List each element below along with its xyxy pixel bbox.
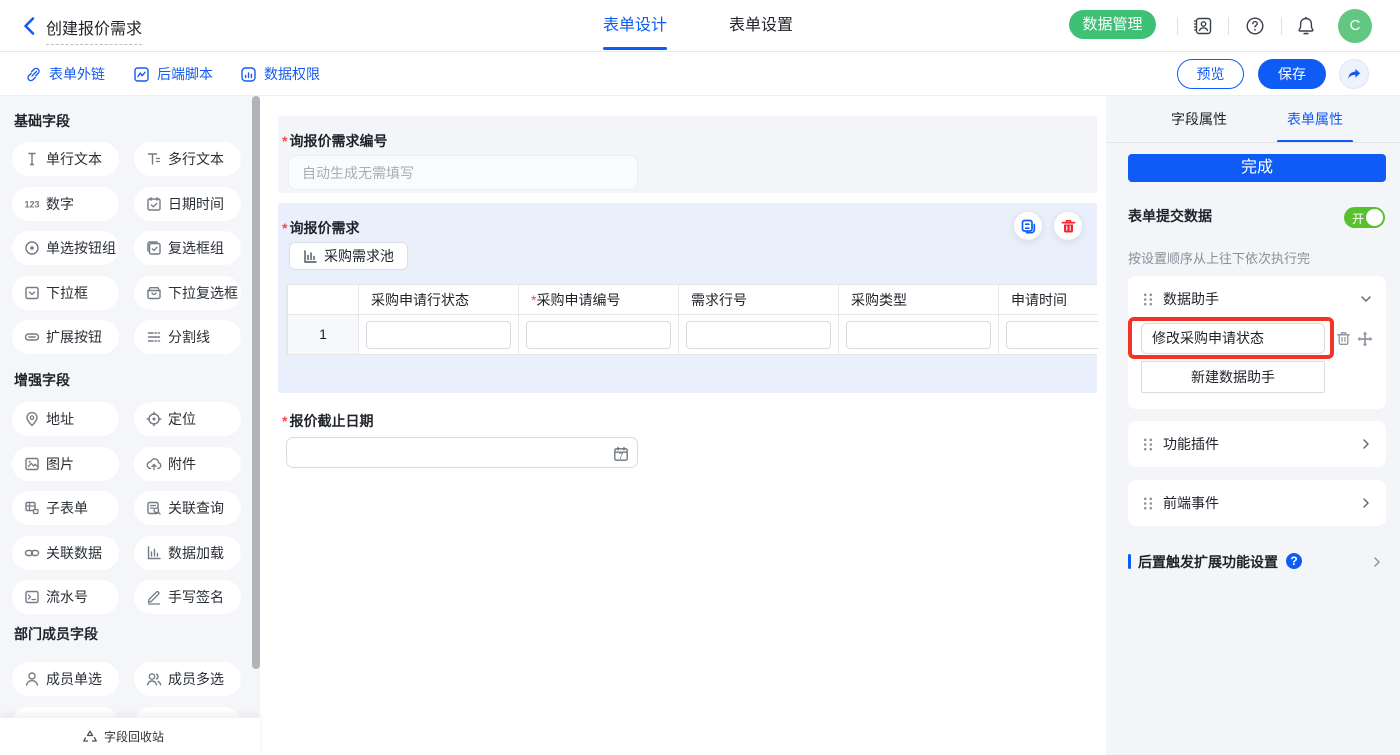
svg-text:123: 123 bbox=[24, 199, 39, 209]
svg-text:7: 7 bbox=[619, 452, 624, 461]
